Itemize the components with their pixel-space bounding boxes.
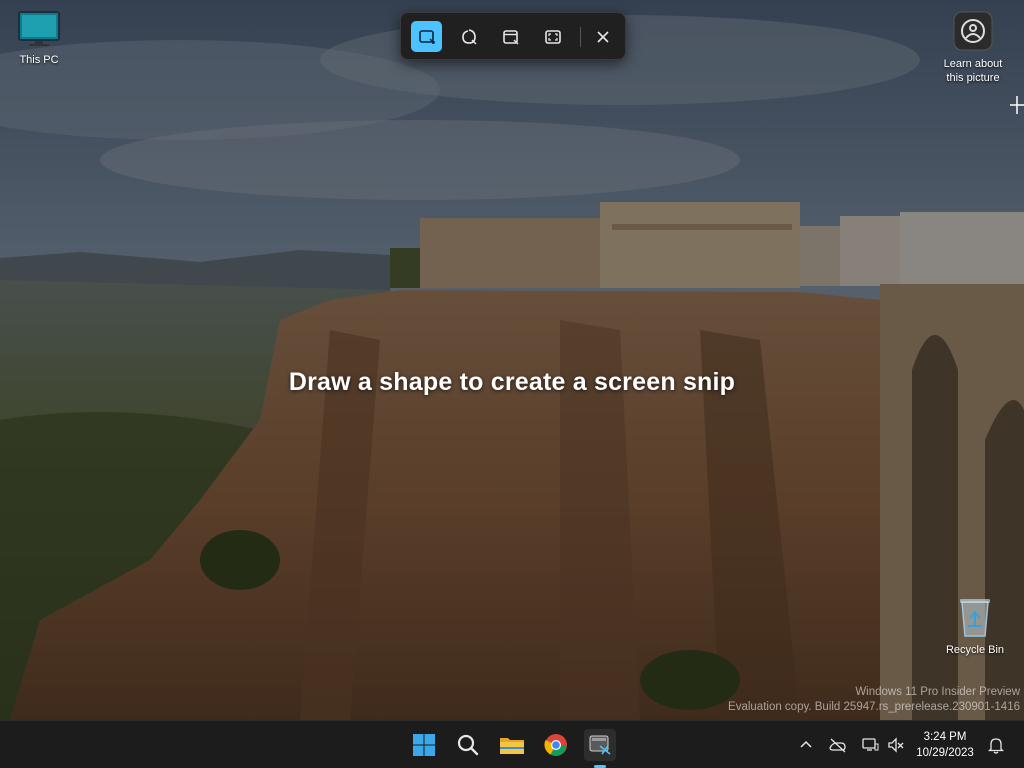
chrome-icon <box>544 734 567 756</box>
recycle-bin-icon <box>960 599 990 637</box>
close-icon <box>596 30 609 43</box>
freeform-snip-icon <box>461 28 476 44</box>
snipping-toolbar <box>400 12 626 60</box>
rectangle-snip-icon <box>418 29 435 44</box>
snipping-tool-icon <box>589 735 611 755</box>
start-button[interactable] <box>408 729 440 761</box>
notifications-button[interactable] <box>984 733 1008 757</box>
volume-button[interactable] <box>884 733 908 757</box>
recycle-bin-desktop-icon[interactable]: Recycle Bin <box>936 596 1014 657</box>
clock-date: 10/29/2023 <box>916 747 974 759</box>
toolbar-separator <box>580 27 581 47</box>
notification-bell-icon <box>988 738 1004 754</box>
chrome-button[interactable] <box>540 729 572 761</box>
snip-instruction-text: Draw a shape to create a screen snip <box>288 368 736 396</box>
show-hidden-icons-button[interactable] <box>794 733 818 757</box>
learn-about-picture-icon[interactable]: Learn about this picture <box>934 10 1012 85</box>
evaluation-watermark: Windows 11 Pro Insider Preview Evaluatio… <box>728 685 1020 715</box>
camera-lens-icon <box>953 11 993 51</box>
this-pc-desktop-icon[interactable]: This PC <box>0 10 78 67</box>
volume-muted-icon <box>888 737 904 753</box>
device-button[interactable] <box>858 733 882 757</box>
close-snip-button[interactable] <box>587 21 618 52</box>
clock-time: 3:24 PM <box>923 731 967 743</box>
fullscreen-snip-icon <box>544 29 561 44</box>
network-off-icon <box>829 738 846 753</box>
watermark-line2: Evaluation copy. Build 25947.rs_prerelea… <box>728 701 1020 713</box>
device-icon <box>862 738 879 751</box>
snipping-tool-button[interactable] <box>584 729 616 761</box>
desktop[interactable] <box>0 0 1024 720</box>
search-button[interactable] <box>452 729 484 761</box>
start-icon <box>413 734 435 756</box>
rectangle-mode-button[interactable] <box>411 21 442 52</box>
chevron-up-icon <box>800 740 812 748</box>
file-explorer-button[interactable] <box>496 729 528 761</box>
learn-line1: Learn about <box>943 58 1003 70</box>
window-mode-button[interactable] <box>495 21 526 52</box>
freeform-mode-button[interactable] <box>453 21 484 52</box>
taskbar: 3:24 PM 10/29/2023 <box>0 720 1024 768</box>
monitor-icon <box>18 11 60 46</box>
snip-dim-overlay[interactable] <box>0 0 1024 720</box>
crosshair-cursor-icon <box>1010 96 1024 114</box>
file-explorer-icon <box>500 738 524 754</box>
learn-line2: this picture <box>946 72 1000 84</box>
taskbar-clock[interactable]: 3:24 PM 10/29/2023 <box>908 729 982 761</box>
search-icon <box>457 734 479 756</box>
this-pc-label: This PC <box>19 54 59 66</box>
recycle-bin-label: Recycle Bin <box>945 644 1005 656</box>
fullscreen-mode-button[interactable] <box>537 21 568 52</box>
network-button[interactable] <box>826 733 850 757</box>
watermark-line1: Windows 11 Pro Insider Preview <box>855 686 1020 698</box>
window-snip-icon <box>502 29 518 44</box>
